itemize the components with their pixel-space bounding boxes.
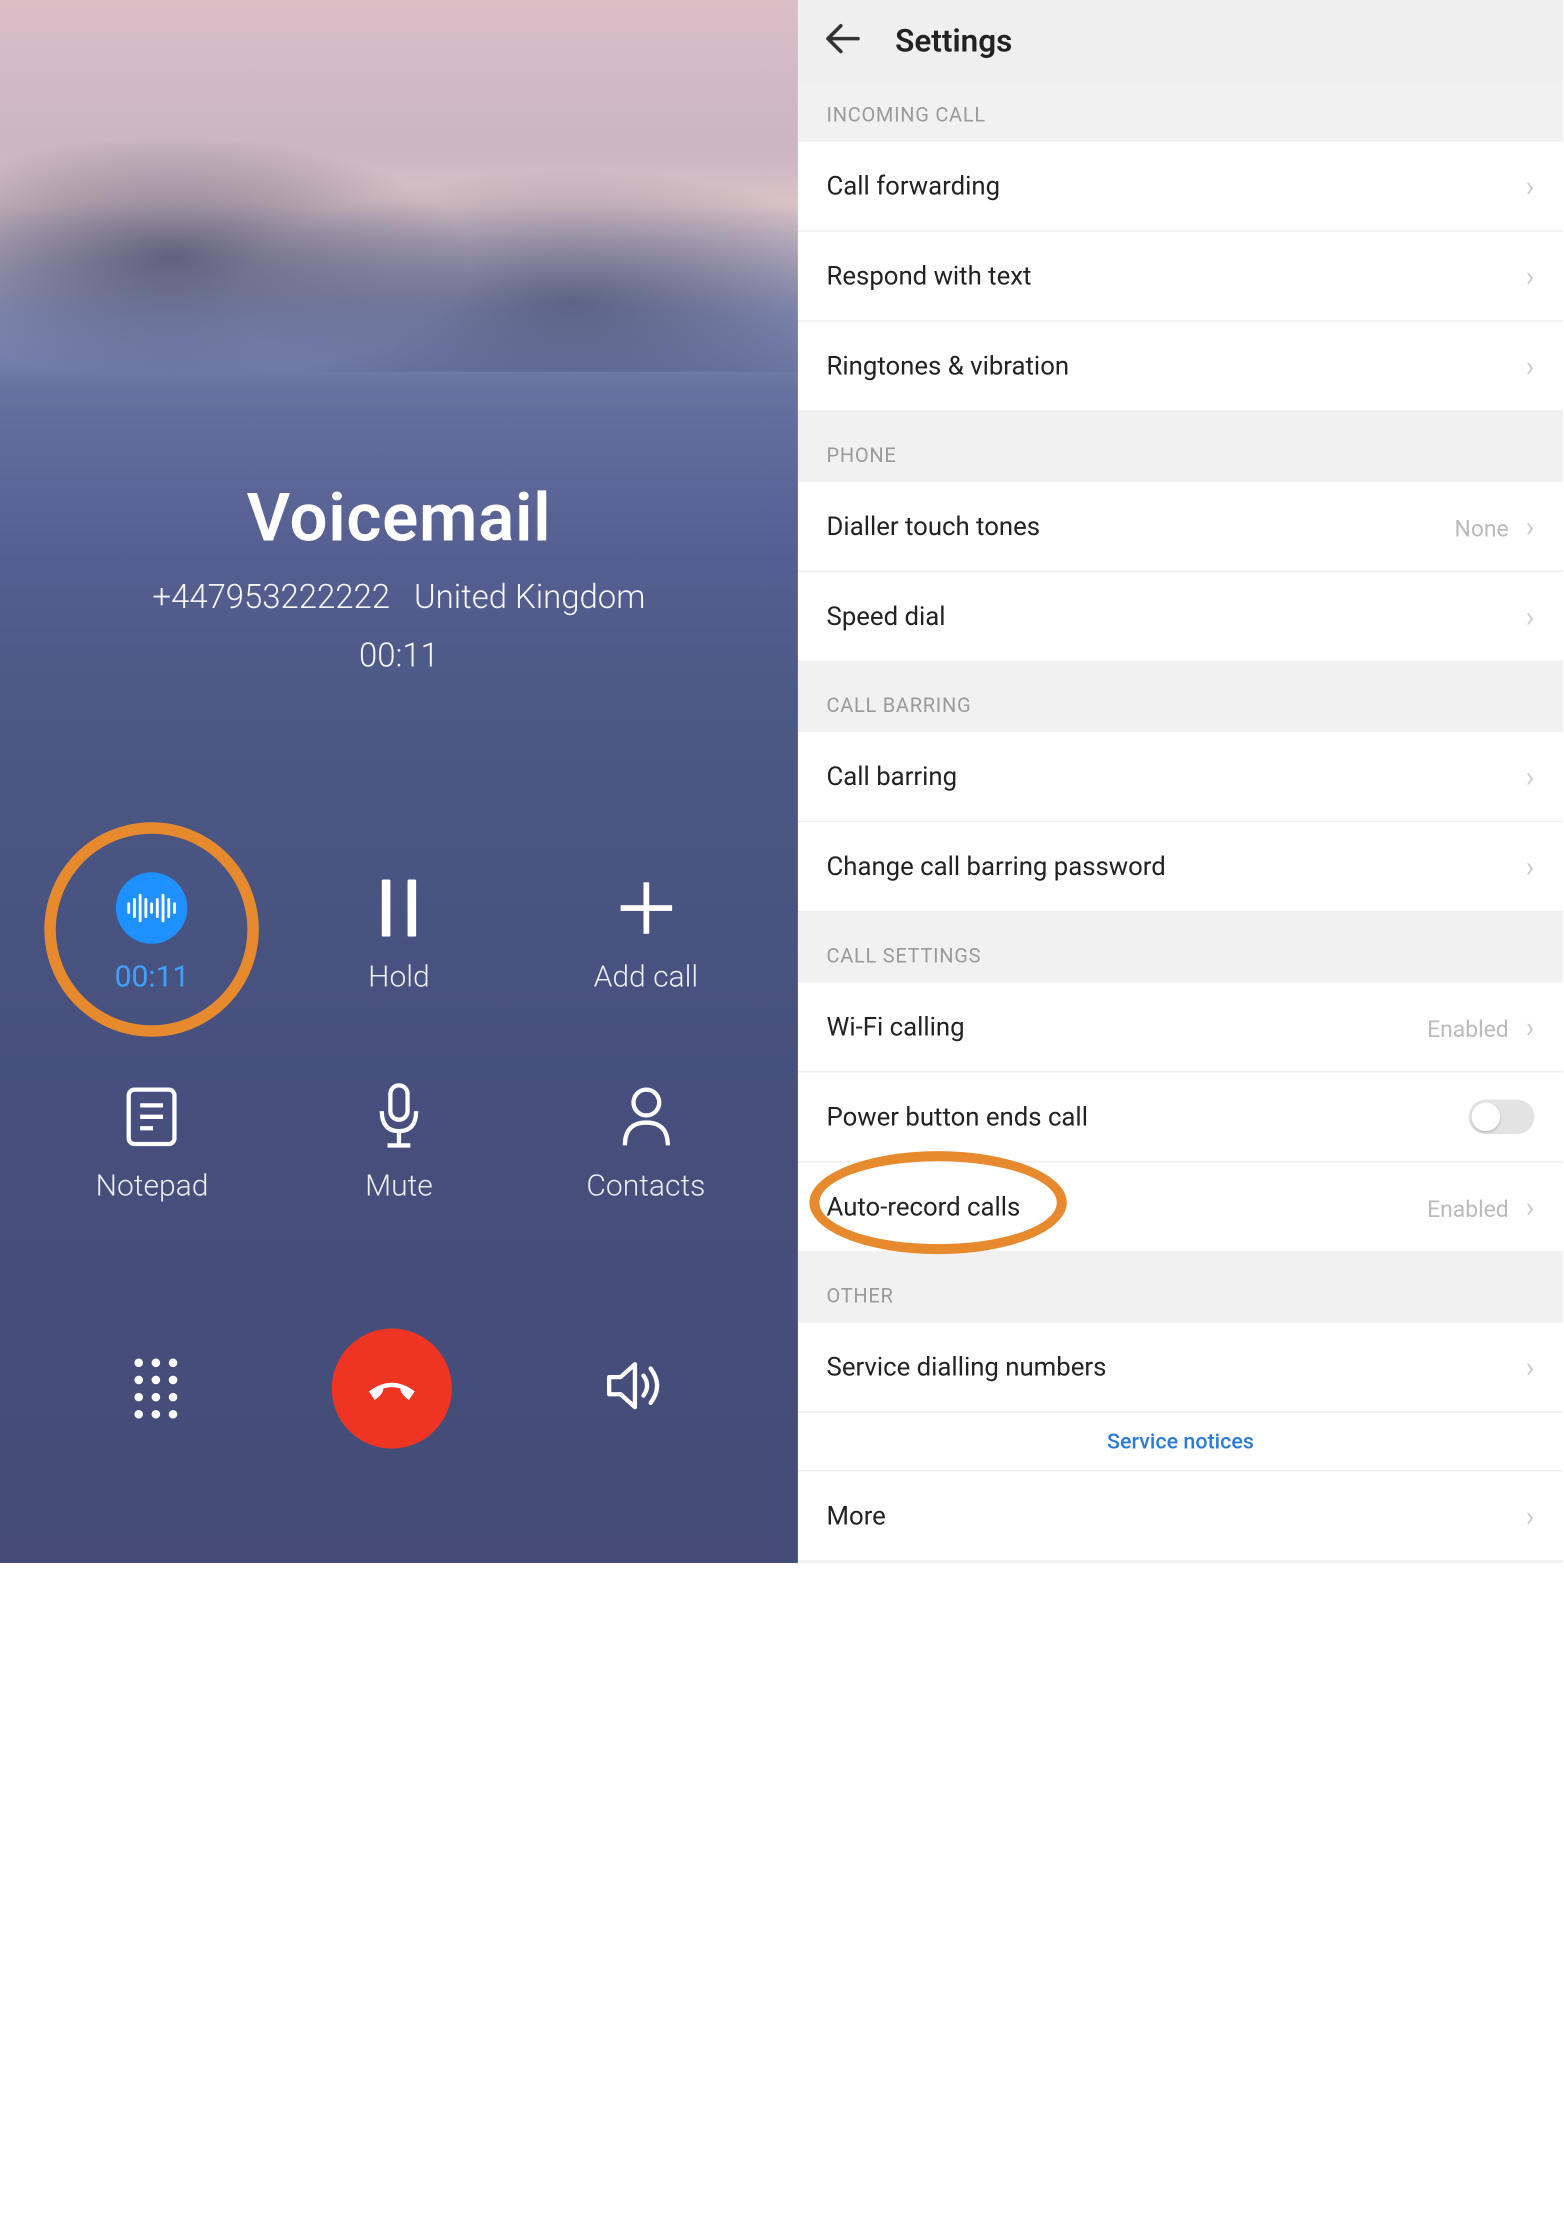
notepad-button[interactable]: Notepad (29, 1081, 276, 1204)
hold-label: Hold (368, 961, 430, 995)
item-label: More (827, 1501, 886, 1531)
item-value: None (1455, 515, 1509, 542)
chevron-right-icon: › (1526, 349, 1535, 383)
item-label: Change call barring password (827, 852, 1166, 882)
item-call-forwarding[interactable]: Call forwarding › (798, 142, 1563, 232)
call-duration: 00:11 (0, 636, 798, 675)
settings-header: Settings (798, 0, 1563, 83)
item-value: Enabled (1427, 1015, 1509, 1042)
section-incoming-call: INCOMING CALL (798, 83, 1563, 142)
plus-icon (610, 872, 682, 944)
item-label: Dialler touch tones (827, 511, 1041, 541)
pause-icon (363, 872, 435, 944)
record-timer: 00:11 (115, 961, 190, 995)
item-power-button-ends-call[interactable]: Power button ends call (798, 1073, 1563, 1163)
item-label: Ringtones & vibration (827, 351, 1070, 381)
section-phone: PHONE (798, 423, 1563, 482)
item-change-call-barring-password[interactable]: Change call barring password › (798, 822, 1563, 912)
call-bottom-row (0, 1328, 798, 1448)
section-call-barring: CALL BARRING (798, 674, 1563, 733)
contacts-label: Contacts (586, 1170, 705, 1204)
dialpad-button[interactable] (134, 1359, 177, 1419)
item-more[interactable]: More › (798, 1471, 1563, 1560)
speaker-icon (606, 1360, 663, 1411)
item-label: Service dialling numbers (827, 1352, 1107, 1382)
back-arrow-icon (824, 20, 861, 57)
chevron-right-icon: › (1526, 169, 1535, 203)
notepad-label: Notepad (96, 1170, 209, 1204)
microphone-icon (363, 1081, 435, 1153)
back-button[interactable] (824, 20, 861, 63)
call-number: +447953222222 (152, 578, 390, 617)
item-label: Wi-Fi calling (827, 1012, 965, 1042)
settings-screen: Settings INCOMING CALL Call forwarding ›… (798, 0, 1563, 1563)
chevron-right-icon: › (1526, 1010, 1535, 1044)
chevron-right-icon: › (1526, 1499, 1535, 1533)
chevron-right-icon: › (1526, 759, 1535, 793)
item-label: Call forwarding (827, 171, 1000, 201)
item-value: Enabled (1427, 1195, 1509, 1222)
section-other: OTHER (798, 1264, 1563, 1323)
call-title: Voicemail (0, 479, 798, 558)
item-wifi-calling[interactable]: Wi-Fi calling Enabled › (798, 982, 1563, 1072)
chevron-right-icon: › (1526, 1190, 1535, 1224)
add-call-label: Add call (594, 961, 699, 995)
phone-hangup-icon (360, 1357, 423, 1420)
item-call-barring[interactable]: Call barring › (798, 732, 1563, 822)
add-call-button[interactable]: Add call (522, 872, 769, 995)
call-region: United Kingdom (414, 578, 645, 617)
item-speed-dial[interactable]: Speed dial › (798, 572, 1563, 662)
settings-title: Settings (895, 24, 1012, 60)
item-label: Power button ends call (827, 1102, 1088, 1132)
contacts-button[interactable]: Contacts (522, 1081, 769, 1204)
person-icon (610, 1081, 682, 1153)
chevron-right-icon: › (1526, 509, 1535, 543)
record-icon (116, 872, 187, 944)
item-label: Respond with text (827, 261, 1032, 291)
mute-button[interactable]: Mute (275, 1081, 522, 1204)
record-button[interactable]: 00:11 (29, 872, 276, 995)
chevron-right-icon: › (1526, 1350, 1535, 1384)
chevron-right-icon: › (1526, 599, 1535, 633)
call-actions-grid: 00:11 Hold Add call Notepa (0, 872, 798, 1204)
item-label: Auto-record calls (827, 1192, 1021, 1222)
item-label: Call barring (827, 761, 957, 791)
section-call-settings: CALL SETTINGS (798, 924, 1563, 983)
item-label: Speed dial (827, 601, 946, 631)
mute-label: Mute (365, 1170, 433, 1204)
item-respond-with-text[interactable]: Respond with text › (798, 232, 1563, 322)
dialpad-icon (134, 1359, 177, 1419)
toggle-switch[interactable] (1469, 1100, 1535, 1134)
end-call-button[interactable] (332, 1328, 452, 1448)
call-screen: Voicemail +447953222222 United Kingdom 0… (0, 0, 798, 1563)
call-info: Voicemail +447953222222 United Kingdom 0… (0, 479, 798, 675)
item-dialler-touch-tones[interactable]: Dialler touch tones None › (798, 482, 1563, 572)
call-number-region: +447953222222 United Kingdom (0, 578, 798, 617)
service-notices-link[interactable]: Service notices (798, 1413, 1563, 1472)
hold-button[interactable]: Hold (275, 872, 522, 995)
chevron-right-icon: › (1526, 259, 1535, 293)
chevron-right-icon: › (1526, 849, 1535, 883)
notepad-icon (116, 1081, 187, 1153)
item-auto-record-calls[interactable]: Auto-record calls Enabled › (798, 1163, 1563, 1253)
item-ringtones-vibration[interactable]: Ringtones & vibration › (798, 322, 1563, 412)
speaker-button[interactable] (606, 1360, 663, 1417)
item-service-dialling-numbers[interactable]: Service dialling numbers › (798, 1323, 1563, 1413)
